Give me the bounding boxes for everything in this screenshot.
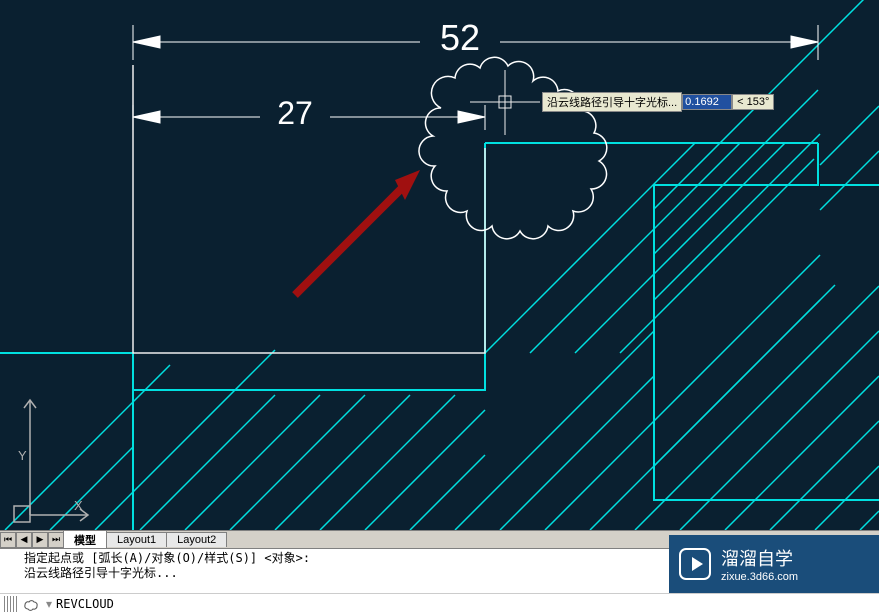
watermark-brand: 溜溜自学 — [721, 545, 798, 571]
tooltip-label: 沿云线路径引导十字光标... — [542, 92, 682, 112]
hatch-pattern — [5, 0, 879, 530]
dimension-27-text: 27 — [277, 95, 313, 131]
tab-layout2[interactable]: Layout2 — [166, 532, 227, 547]
command-input[interactable]: REVCLOUD — [56, 597, 114, 611]
revision-cloud — [419, 57, 607, 239]
tab-layout1[interactable]: Layout1 — [106, 532, 167, 547]
cursor-crosshair — [470, 70, 540, 135]
tab-model[interactable]: 模型 — [63, 530, 107, 549]
tab-nav-buttons: ⏮ ◀ ▶ ⏭ — [0, 532, 64, 548]
axis-y-label: Y — [18, 448, 27, 463]
section-outline — [0, 143, 879, 530]
command-caret-icon: ▾ — [46, 597, 52, 611]
drawing-canvas[interactable]: 52 27 — [0, 0, 879, 530]
command-grip[interactable] — [4, 596, 18, 612]
annotation-arrow — [295, 170, 420, 295]
tooltip-distance-input[interactable]: 0.1692 — [682, 94, 732, 110]
command-line[interactable]: ▾ REVCLOUD — [0, 593, 879, 613]
drawing-svg: 52 27 — [0, 0, 879, 530]
tab-nav-next[interactable]: ▶ — [32, 532, 48, 548]
dimension-52-text: 52 — [440, 17, 480, 58]
watermark-play-icon — [679, 548, 711, 580]
tab-nav-prev[interactable]: ◀ — [16, 532, 32, 548]
tab-nav-first[interactable]: ⏮ — [0, 532, 16, 548]
axis-x-label: X — [74, 498, 83, 513]
watermark: 溜溜自学 zixue.3d66.com — [669, 535, 879, 593]
watermark-url: zixue.3d66.com — [721, 571, 798, 583]
tab-nav-last[interactable]: ⏭ — [48, 532, 64, 548]
command-icon[interactable] — [22, 596, 40, 612]
dynamic-input-tooltip[interactable]: 沿云线路径引导十字光标... 0.1692 < 153° — [542, 93, 774, 111]
tooltip-angle: < 153° — [732, 94, 774, 110]
